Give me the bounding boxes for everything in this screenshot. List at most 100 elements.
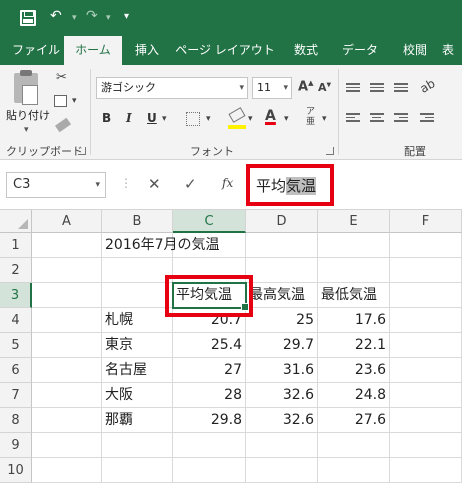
cell-c8[interactable]: 29.8 (173, 408, 246, 433)
tab-review[interactable]: 校閲 (390, 36, 440, 65)
cell-c2[interactable] (173, 258, 246, 283)
cell-e4[interactable]: 17.6 (318, 308, 390, 333)
align-left-icon[interactable] (346, 113, 360, 123)
cell-c5[interactable]: 25.4 (173, 333, 246, 358)
paste-dropdown-icon[interactable]: ▾ (24, 125, 29, 135)
copy-icon[interactable] (54, 95, 67, 107)
cell-a7[interactable] (32, 383, 102, 408)
indent-icon[interactable] (420, 113, 434, 123)
cell-f4[interactable] (390, 308, 462, 333)
cell-f3[interactable] (390, 283, 462, 308)
row-header-3[interactable]: 3 (0, 283, 32, 308)
cell-d10[interactable] (246, 458, 318, 483)
cell-f1[interactable] (390, 233, 462, 258)
cell-d6[interactable]: 31.6 (246, 358, 318, 383)
cell-b4[interactable]: 札幌 (102, 308, 173, 333)
cell-f6[interactable] (390, 358, 462, 383)
cell-d4[interactable]: 25 (246, 308, 318, 333)
cell-e5[interactable]: 22.1 (318, 333, 390, 358)
cell-b1[interactable]: 2016年7月の気温 (102, 233, 220, 258)
enter-icon[interactable]: ✓ (184, 175, 197, 193)
cell-e8[interactable]: 27.6 (318, 408, 390, 433)
font-launcher-icon[interactable] (326, 147, 334, 155)
tab-insert[interactable]: 挿入 (124, 36, 170, 65)
underline-button[interactable]: U (147, 111, 157, 125)
cell-e3[interactable]: 最低気温 (318, 283, 390, 308)
align-middle-icon[interactable] (370, 83, 384, 93)
cell-c4[interactable]: 20.7 (173, 308, 246, 333)
align-right-icon[interactable] (394, 113, 408, 123)
cell-d5[interactable]: 29.7 (246, 333, 318, 358)
copy-dropdown-icon[interactable]: ▾ (72, 96, 77, 106)
cell-e2[interactable] (318, 258, 390, 283)
cell-f7[interactable] (390, 383, 462, 408)
cell-f5[interactable] (390, 333, 462, 358)
cell-b8[interactable]: 那覇 (102, 408, 173, 433)
row-header-10[interactable]: 10 (0, 458, 32, 483)
worksheet-grid[interactable]: A B C D E F 1 2 3 4 5 6 7 8 9 10 2016年7月… (0, 210, 462, 486)
row-header-1[interactable]: 1 (0, 233, 32, 258)
column-header-c[interactable]: C (173, 210, 246, 233)
cell-e1[interactable] (318, 233, 390, 258)
orientation-icon[interactable]: ab (418, 76, 438, 96)
tab-data[interactable]: データ (332, 36, 388, 65)
customize-qat-icon[interactable]: ▾ (124, 11, 129, 22)
cell-f2[interactable] (390, 258, 462, 283)
row-header-4[interactable]: 4 (0, 308, 32, 333)
row-header-6[interactable]: 6 (0, 358, 32, 383)
save-icon[interactable] (20, 10, 36, 26)
cell-e7[interactable]: 24.8 (318, 383, 390, 408)
cell-a2[interactable] (32, 258, 102, 283)
column-header-d[interactable]: D (246, 210, 318, 233)
cell-a4[interactable] (32, 308, 102, 333)
font-color-icon[interactable]: A (265, 108, 276, 124)
column-header-b[interactable]: B (102, 210, 173, 233)
row-header-8[interactable]: 8 (0, 408, 32, 433)
font-size-select[interactable]: 11 ▾ (252, 77, 292, 99)
column-header-a[interactable]: A (32, 210, 102, 233)
undo-icon[interactable]: ↶ (50, 8, 62, 24)
italic-button[interactable]: I (126, 111, 132, 125)
cell-e9[interactable] (318, 433, 390, 458)
font-name-select[interactable]: 游ゴシック ▾ (96, 77, 248, 99)
paste-button-label[interactable]: 貼り付け (6, 107, 50, 123)
cell-f10[interactable] (390, 458, 462, 483)
border-dropdown-icon[interactable]: ▾ (206, 114, 211, 124)
cell-b6[interactable]: 名古屋 (102, 358, 173, 383)
align-center-icon[interactable] (370, 113, 384, 123)
cell-c10[interactable] (173, 458, 246, 483)
row-header-9[interactable]: 9 (0, 433, 32, 458)
bold-button[interactable]: B (102, 111, 111, 125)
cell-d1[interactable] (246, 233, 318, 258)
column-header-f[interactable]: F (390, 210, 462, 233)
cell-d8[interactable]: 32.6 (246, 408, 318, 433)
tab-page-layout[interactable]: ページ レイアウト (170, 36, 280, 65)
cell-e6[interactable]: 23.6 (318, 358, 390, 383)
cell-c7[interactable]: 28 (173, 383, 246, 408)
cell-a5[interactable] (32, 333, 102, 358)
cell-f9[interactable] (390, 433, 462, 458)
cell-a8[interactable] (32, 408, 102, 433)
cell-d9[interactable] (246, 433, 318, 458)
grow-font-icon[interactable]: A▲ (298, 79, 313, 94)
undo-dropdown-icon[interactable]: ▾ (72, 13, 77, 23)
tab-file[interactable]: ファイル (8, 36, 64, 65)
cell-b9[interactable] (102, 433, 173, 458)
cell-a1[interactable] (32, 233, 102, 258)
cell-c9[interactable] (173, 433, 246, 458)
cell-b3[interactable] (102, 283, 173, 308)
fill-color-icon[interactable] (228, 107, 246, 123)
redo-icon[interactable]: ↷ (86, 8, 98, 24)
select-all-corner[interactable] (0, 210, 32, 233)
cell-b5[interactable]: 東京 (102, 333, 173, 358)
cell-a10[interactable] (32, 458, 102, 483)
format-painter-icon[interactable] (54, 117, 72, 133)
cell-e10[interactable] (318, 458, 390, 483)
row-header-2[interactable]: 2 (0, 258, 32, 283)
cell-a3[interactable] (32, 283, 102, 308)
insert-function-icon[interactable]: fx (222, 176, 233, 190)
font-color-dropdown-icon[interactable]: ▾ (284, 114, 289, 124)
tab-home[interactable]: ホーム (64, 36, 122, 65)
tab-formulas[interactable]: 数式 (282, 36, 330, 65)
clipboard-launcher-icon[interactable] (78, 147, 86, 155)
